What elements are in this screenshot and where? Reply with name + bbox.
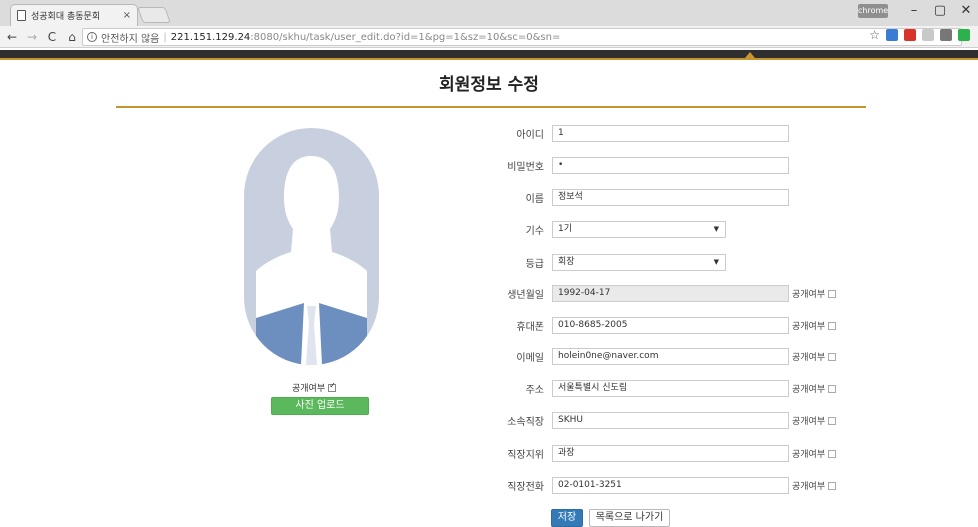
grade-label: 등급 <box>525 259 544 270</box>
birthdate-label: 생년월일 <box>507 290 544 301</box>
generation-select[interactable]: 1기 ▼ <box>552 221 726 238</box>
public-checkbox[interactable] <box>828 449 837 458</box>
email-public-toggle[interactable]: 공개여부 <box>792 350 837 363</box>
public-checkbox[interactable] <box>828 416 837 425</box>
minimize-button[interactable]: – <box>906 3 922 18</box>
work-phone-label: 직장전화 <box>507 482 544 493</box>
profile-photo <box>244 128 379 365</box>
photo-public-checkbox[interactable] <box>328 381 337 392</box>
tab-title: 성공회대 총동문회 <box>31 12 101 22</box>
birthdate-public-toggle[interactable]: 공개여부 <box>792 287 837 300</box>
public-checkbox[interactable] <box>828 384 837 393</box>
save-button[interactable]: 저장 <box>551 509 583 527</box>
grade-select[interactable]: 회장 ▼ <box>552 254 726 271</box>
public-label: 공개여부 <box>792 385 826 395</box>
public-label: 공개여부 <box>792 482 826 492</box>
public-checkbox[interactable] <box>828 352 837 361</box>
address-public-toggle[interactable]: 공개여부 <box>792 382 837 395</box>
public-checkbox[interactable] <box>828 289 837 298</box>
phone-public-toggle[interactable]: 공개여부 <box>792 319 837 332</box>
bookmark-star-icon[interactable]: ☆ <box>869 28 880 42</box>
browser-toolbar: ← → C ⌂ i 안전하지 않음 | 221.151.129.24:8080/… <box>0 26 978 48</box>
id-field[interactable]: 1 <box>552 125 789 142</box>
forward-button[interactable]: → <box>24 30 40 44</box>
cloud-extension-icon[interactable] <box>922 29 934 41</box>
generation-label: 기수 <box>525 226 544 237</box>
green-extension-icon[interactable] <box>958 29 970 41</box>
adblock-extension-icon[interactable] <box>904 29 916 41</box>
password-field[interactable]: • <box>552 157 789 174</box>
translate-extension-icon[interactable] <box>886 29 898 41</box>
maximize-button[interactable]: ▢ <box>932 3 948 18</box>
address-label: 주소 <box>525 385 544 396</box>
phone-label: 휴대폰 <box>516 322 544 333</box>
public-label: 공개여부 <box>792 290 826 300</box>
new-tab-button[interactable] <box>137 7 171 23</box>
workplace-label: 소속직장 <box>507 417 544 428</box>
url-path: :8080/skhu/task/user_edit.do?id=1&pg=1&s… <box>250 31 561 43</box>
page-title: 회원정보 수정 <box>439 75 539 95</box>
profile-badge[interactable]: chrome <box>858 4 888 18</box>
nav-indicator <box>745 52 755 58</box>
browser-tabstrip: 성공회대 총동문회 × chrome – ▢ ✕ <box>0 0 978 26</box>
info-icon[interactable]: i <box>87 32 97 42</box>
page-icon <box>17 10 26 21</box>
photo-public-label: 공개여부 <box>292 384 326 394</box>
public-label: 공개여부 <box>792 450 826 460</box>
separator: | <box>163 31 167 43</box>
upload-photo-button[interactable]: 사진 업로드 <box>271 397 369 415</box>
password-label: 비밀번호 <box>507 162 544 173</box>
site-header-bar <box>0 50 978 60</box>
position-public-toggle[interactable]: 공개여부 <box>792 447 837 460</box>
address-bar[interactable]: i 안전하지 않음 | 221.151.129.24:8080/skhu/tas… <box>82 28 962 46</box>
public-checkbox[interactable] <box>828 481 837 490</box>
chevron-down-icon: ▼ <box>713 225 719 233</box>
reload-button[interactable]: C <box>44 30 60 44</box>
back-button[interactable]: ← <box>4 30 20 44</box>
security-label: 안전하지 않음 <box>101 33 160 45</box>
public-label: 공개여부 <box>792 417 826 427</box>
back-to-list-button[interactable]: 목록으로 나가기 <box>589 509 670 527</box>
workplace-field[interactable]: SKHU <box>552 412 789 429</box>
public-label: 공개여부 <box>792 353 826 363</box>
public-label: 공개여부 <box>792 322 826 332</box>
name-field[interactable]: 정보석 <box>552 189 789 206</box>
home-button[interactable]: ⌂ <box>64 30 80 44</box>
photo-public-toggle[interactable]: 공개여부 <box>292 381 337 394</box>
browser-tab[interactable]: 성공회대 총동문회 × <box>10 4 138 26</box>
work-phone-field[interactable]: 02-0101-3251 <box>552 477 789 494</box>
chevron-down-icon: ▼ <box>713 258 719 266</box>
workplace-public-toggle[interactable]: 공개여부 <box>792 414 837 427</box>
email-label: 이메일 <box>516 353 544 364</box>
email-field[interactable]: holein0ne@naver.com <box>552 348 789 365</box>
id-label: 아이디 <box>516 130 544 141</box>
address-field[interactable]: 서울특별시 신도림 <box>552 380 789 397</box>
title-divider <box>116 106 866 108</box>
tab-close-icon[interactable]: × <box>123 10 131 21</box>
birthdate-field: 1992-04-17 <box>552 285 789 302</box>
name-label: 이름 <box>525 194 544 205</box>
square-extension-icon[interactable] <box>940 29 952 41</box>
grade-value: 회장 <box>558 257 575 267</box>
close-window-button[interactable]: ✕ <box>958 3 974 18</box>
url-host: 221.151.129.24 <box>170 31 251 43</box>
phone-field[interactable]: 010-8685-2005 <box>552 317 789 334</box>
extension-bar: ☆ <box>869 28 970 42</box>
position-label: 직장지위 <box>507 450 544 461</box>
position-field[interactable]: 과장 <box>552 445 789 462</box>
generation-value: 1기 <box>558 224 573 234</box>
work-phone-public-toggle[interactable]: 공개여부 <box>792 479 837 492</box>
public-checkbox[interactable] <box>828 321 837 330</box>
